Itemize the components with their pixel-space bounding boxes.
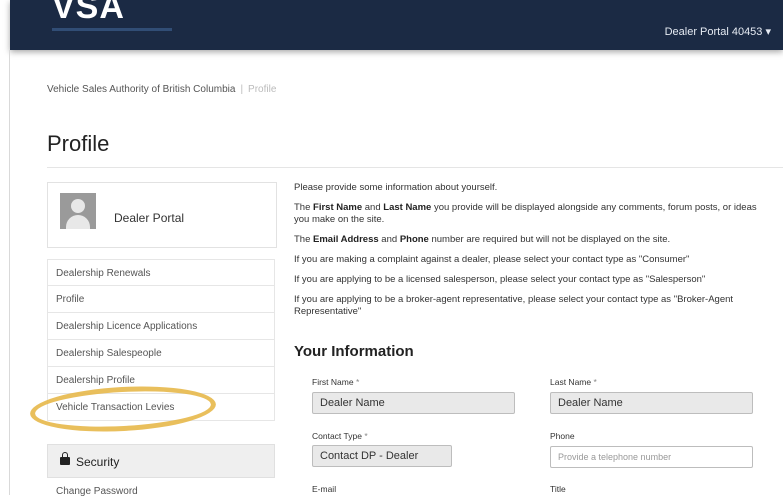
sidebar-item-licence-applications[interactable]: Dealership Licence Applications — [47, 313, 275, 340]
security-section-header: Security — [47, 444, 275, 478]
first-name-label: First Name * — [312, 377, 360, 387]
dealer-portal-menu[interactable]: Dealer Portal 40453 ▾ — [665, 25, 771, 38]
breadcrumb-current: Profile — [248, 84, 277, 95]
intro-text: Please provide some information about yo… — [294, 182, 774, 326]
breadcrumb: Vehicle Sales Authority of British Colum… — [47, 84, 276, 95]
phone-input[interactable]: Provide a telephone number — [550, 446, 753, 468]
title-label: Title — [550, 484, 566, 494]
lock-icon — [60, 452, 70, 465]
breadcrumb-separator: | — [240, 84, 244, 95]
profile-card: Dealer Portal — [47, 182, 277, 248]
your-information-heading: Your Information — [294, 343, 414, 360]
sidebar-item-salespeople[interactable]: Dealership Salespeople — [47, 340, 275, 367]
contact-type-label: Contact Type * — [312, 431, 368, 441]
email-label: E-mail — [312, 484, 337, 494]
intro-p3: The Email Address and Phone number are r… — [294, 234, 671, 245]
security-label: Security — [76, 455, 120, 469]
title-divider — [47, 167, 783, 168]
intro-p5: If you are applying to be a licensed sal… — [294, 274, 706, 285]
intro-p2: The First Name and Last Name you provide… — [294, 202, 757, 225]
phone-label: Phone — [550, 431, 575, 441]
page-title: Profile — [47, 131, 110, 156]
profile-name: Dealer Portal — [114, 211, 185, 225]
logo-tagline-bar — [52, 28, 172, 31]
intro-p4: If you are making a complaint against a … — [294, 254, 690, 265]
contact-type-select[interactable]: Contact DP - Dealer — [312, 445, 452, 467]
sidebar-item-dealership-renewals[interactable]: Dealership Renewals — [47, 259, 275, 286]
sidebar-item-profile[interactable]: Profile — [47, 286, 275, 313]
intro-p6: If you are applying to be a broker-agent… — [294, 294, 734, 317]
vsa-logo[interactable]: VSA — [52, 0, 125, 27]
intro-p1: Please provide some information about yo… — [294, 182, 498, 193]
top-navbar: VSA Dealer Portal 40453 ▾ — [10, 0, 783, 50]
change-password-link[interactable]: Change Password — [56, 486, 138, 497]
last-name-input[interactable]: Dealer Name — [550, 392, 753, 414]
avatar-icon — [60, 193, 96, 229]
breadcrumb-root-link[interactable]: Vehicle Sales Authority of British Colum… — [47, 84, 235, 95]
first-name-input[interactable]: Dealer Name — [312, 392, 515, 414]
last-name-label: Last Name * — [550, 377, 597, 387]
page-edge — [9, 50, 10, 495]
